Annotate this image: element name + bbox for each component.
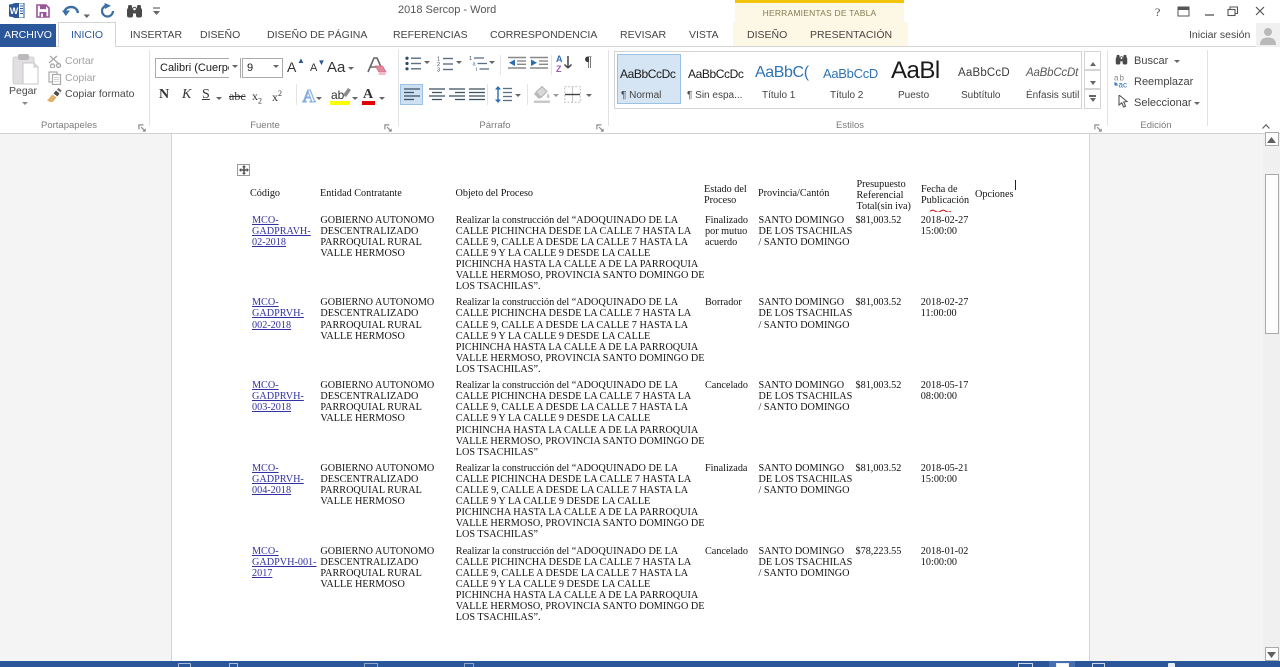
svg-text:Z: Z — [556, 64, 562, 73]
svg-text:A: A — [303, 86, 316, 106]
svg-text:i: i — [476, 67, 477, 72]
svg-text:3: 3 — [437, 68, 440, 73]
svg-text:?: ? — [1155, 5, 1160, 18]
svg-text:ac: ac — [1119, 81, 1127, 89]
svg-text:A: A — [556, 54, 563, 64]
svg-text:W: W — [10, 6, 19, 16]
